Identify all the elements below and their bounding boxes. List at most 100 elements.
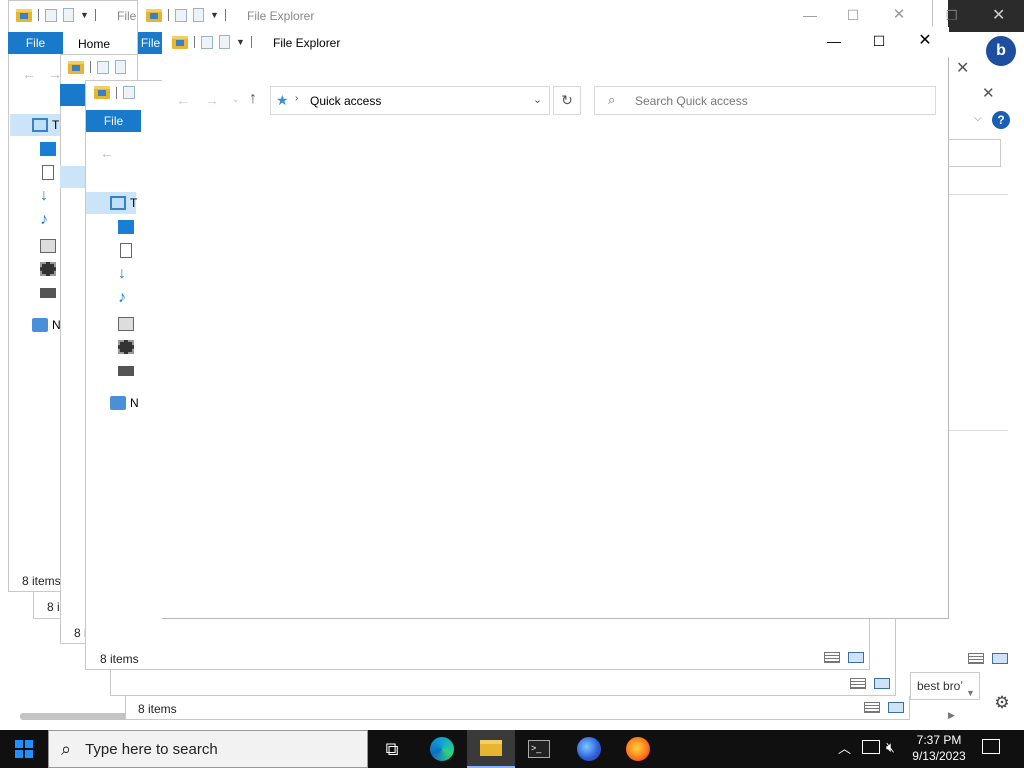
star-icon: ★ [276, 92, 289, 108]
tree-label[interactable]: N [130, 396, 139, 410]
sidebar-close-icon[interactable]: ✕ [982, 84, 995, 102]
up-icon[interactable]: ↑ [249, 90, 257, 108]
network-tree-icon[interactable] [110, 396, 126, 410]
search-icon: ⌕ [61, 738, 72, 759]
refresh-icon[interactable]: ↻ [553, 86, 581, 115]
desktop-icon[interactable] [118, 220, 134, 234]
network-tree-icon[interactable] [32, 318, 48, 332]
browser-close-icon[interactable]: ✕ [992, 5, 1005, 25]
status-item-count: 8 items [22, 574, 61, 588]
scroll-right-arrow[interactable]: ▶ [948, 710, 955, 721]
local-disk-icon[interactable] [118, 366, 134, 376]
settings-gear-icon[interactable]: ⚙ [990, 693, 1014, 717]
divider [948, 430, 1008, 431]
volume-muted-icon[interactable]: 🔇︎ [886, 739, 895, 756]
videos-icon[interactable] [40, 262, 56, 276]
properties-icon[interactable] [175, 8, 187, 22]
large-icons-view-icon[interactable] [848, 652, 864, 663]
back-icon[interactable]: ← [100, 145, 114, 161]
window-title: File [117, 9, 137, 23]
explorer-window-7-status [125, 696, 910, 720]
maximize-icon[interactable]: ☐ [856, 26, 902, 56]
ribbon-file-tab[interactable]: File [8, 32, 63, 54]
browser-panel-input[interactable] [948, 139, 1001, 167]
this-pc-icon [110, 196, 126, 210]
scroll-down-arrow[interactable]: ▼ [966, 688, 975, 698]
address-quick-access[interactable]: Quick access [310, 94, 381, 108]
firefox-dev-icon [577, 737, 601, 761]
new-folder-icon[interactable] [193, 8, 204, 22]
minimize-icon[interactable]: — [811, 26, 857, 56]
pictures-icon[interactable] [40, 239, 56, 253]
firefox-dev-button[interactable] [565, 730, 613, 768]
chevron-right-icon[interactable]: › [295, 93, 298, 104]
divider [948, 194, 1008, 195]
details-view-icon[interactable] [824, 652, 840, 663]
task-view-button[interactable]: ⧉ [368, 730, 416, 768]
chevron-down-icon[interactable]: ⌵ [974, 113, 982, 124]
clock-date: 9/13/2023 [912, 749, 966, 763]
tree-label[interactable]: T [130, 196, 137, 210]
chevron-down-icon[interactable]: ▼ [80, 10, 89, 20]
details-view-icon[interactable] [850, 678, 866, 689]
edge-button[interactable] [418, 730, 466, 768]
network-icon[interactable] [862, 740, 880, 754]
large-icons-view-icon[interactable] [874, 678, 890, 689]
ribbon-home-tab[interactable]: Home [78, 37, 110, 51]
browser-restore-icon[interactable]: ❐ [946, 8, 966, 24]
quick-access-toolbar [94, 86, 135, 99]
window-title: File Explorer [273, 36, 341, 50]
documents-icon[interactable] [42, 165, 54, 180]
music-icon[interactable]: ♪ [40, 211, 48, 229]
music-icon[interactable]: ♪ [118, 289, 126, 307]
close-icon[interactable]: ✕ [902, 26, 948, 56]
search-placeholder[interactable]: Search Quick access [635, 94, 748, 108]
folder-icon [146, 8, 162, 22]
large-icons-view-icon[interactable] [888, 702, 904, 713]
window-edge [870, 619, 896, 670]
clock-time: 7:37 PM [916, 733, 962, 747]
notification-icon[interactable] [982, 739, 1000, 754]
pictures-icon[interactable] [118, 317, 134, 331]
large-icons-view-icon[interactable] [992, 653, 1008, 664]
downloads-icon[interactable]: ↓ [40, 187, 48, 205]
recent-locations-icon[interactable]: ⌄ [232, 94, 240, 105]
help-icon[interactable]: ? [992, 111, 1010, 129]
properties-icon[interactable] [201, 35, 213, 49]
search-icon: ⌕ [608, 92, 616, 107]
bing-icon[interactable]: b [986, 36, 1016, 66]
tree-label[interactable]: T [52, 118, 59, 132]
new-folder-icon[interactable] [115, 60, 126, 74]
local-disk-icon[interactable] [40, 288, 56, 298]
documents-icon[interactable] [120, 243, 132, 258]
properties-icon[interactable] [45, 8, 57, 22]
chevron-down-icon[interactable]: ▼ [210, 10, 219, 20]
folder-icon [16, 8, 32, 22]
chevron-down-icon[interactable]: ▼ [236, 37, 245, 47]
downloads-icon[interactable]: ↓ [118, 265, 126, 283]
quick-access-toolbar: ▼ [146, 8, 226, 22]
clock[interactable]: 7:37 PM 9/13/2023 [910, 732, 968, 764]
taskbar-search[interactable]: ⌕ Type here to search [48, 730, 368, 768]
details-view-icon[interactable] [864, 702, 880, 713]
desktop-icon[interactable] [40, 142, 56, 156]
start-button[interactable] [0, 730, 48, 768]
properties-icon[interactable] [123, 86, 135, 99]
new-folder-icon[interactable] [219, 35, 230, 49]
firefox-button[interactable] [614, 730, 662, 768]
terminal-button[interactable]: >_ [515, 730, 563, 768]
forward-icon[interactable]: → [205, 92, 219, 108]
details-view-icon[interactable] [968, 653, 984, 664]
firefox-icon [626, 737, 650, 761]
ribbon-file-tab[interactable]: File [138, 32, 163, 54]
back-icon[interactable]: ← [22, 66, 36, 82]
properties-icon[interactable] [97, 60, 109, 74]
new-folder-icon[interactable] [63, 8, 74, 22]
videos-icon[interactable] [118, 340, 134, 354]
ribbon-file-tab[interactable]: File [86, 110, 141, 132]
chevron-up-icon[interactable]: ︿ [838, 738, 851, 757]
address-dropdown-icon[interactable]: ⌄ [525, 86, 550, 115]
file-explorer-button[interactable] [467, 730, 515, 768]
back-icon[interactable]: ← [176, 92, 190, 108]
panel-close-icon[interactable]: ✕ [956, 58, 969, 78]
